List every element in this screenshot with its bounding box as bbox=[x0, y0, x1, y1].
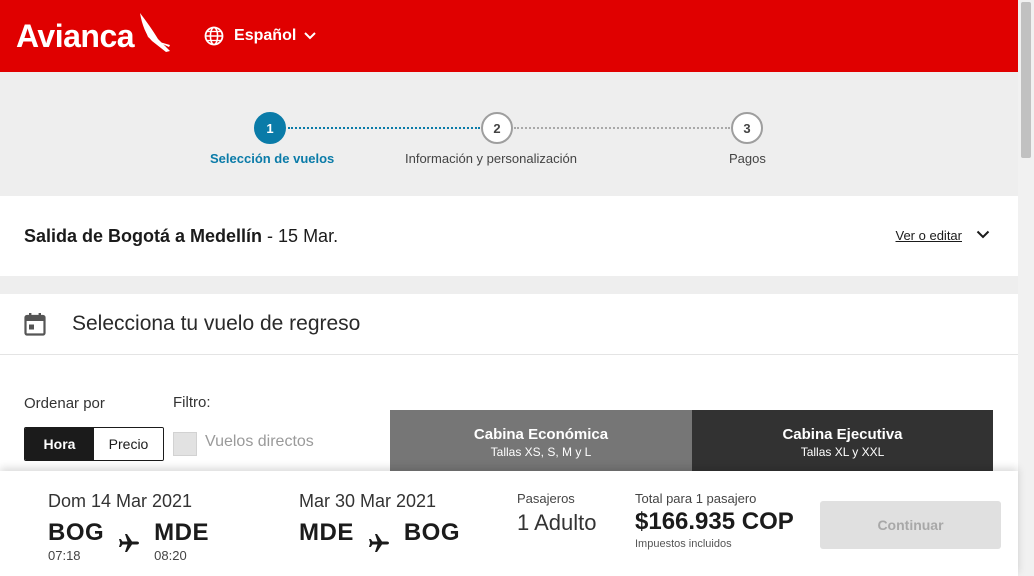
outbound-leg-route: BOG 07:18 MDE 08:20 bbox=[48, 519, 209, 563]
continue-button[interactable]: Continuar bbox=[820, 501, 1001, 549]
outbound-title: Salida de Bogotá a Medellín - 15 Mar. bbox=[24, 226, 338, 247]
globe-icon bbox=[204, 26, 224, 46]
return-leg-summary: Mar 30 Mar 2021 MDE BOG bbox=[299, 491, 460, 552]
sort-label: Ordenar por bbox=[24, 395, 105, 412]
calendar-icon bbox=[24, 313, 46, 336]
step-2-circle: 2 bbox=[481, 112, 513, 144]
plane-icon bbox=[119, 534, 140, 552]
return-leg-date: Mar 30 Mar 2021 bbox=[299, 491, 437, 511]
avianca-logo[interactable]: Avianca bbox=[16, 13, 172, 55]
chevron-down-icon bbox=[304, 32, 316, 40]
return-header: Selecciona tu vuelo de regreso bbox=[0, 294, 1018, 355]
total-price: $166.935 COP bbox=[635, 508, 794, 535]
cabin-economy-tab[interactable]: Cabina Económica Tallas XS, S, M y L bbox=[390, 410, 692, 472]
return-title: Selecciona tu vuelo de regreso bbox=[72, 312, 361, 335]
return-leg-route: MDE BOG bbox=[299, 519, 460, 553]
sort-by-price-button[interactable]: Precio bbox=[94, 428, 163, 460]
passengers-value: 1 Adulto bbox=[517, 510, 597, 535]
language-label: Español bbox=[234, 27, 297, 44]
view-edit-link[interactable]: Ver o editar bbox=[896, 228, 963, 243]
step-connector-2 bbox=[514, 127, 730, 129]
taxes-included-label: Impuestos incluidos bbox=[635, 538, 732, 550]
total-label: Total para 1 pasajero bbox=[635, 491, 757, 506]
step-3-label: Pagos bbox=[729, 151, 766, 166]
step-2-label: Información y personalización bbox=[405, 151, 577, 166]
outbound-leg-summary: Dom 14 Mar 2021 BOG 07:18 MDE 08:20 bbox=[48, 491, 209, 563]
step-1-circle: 1 bbox=[254, 112, 286, 144]
return-destination-code: BOG bbox=[403, 519, 461, 546]
cabin-executive-sizes: Tallas XL y XXL bbox=[800, 445, 885, 459]
step-3-circle: 3 bbox=[731, 112, 763, 144]
outbound-depart-time: 07:18 bbox=[48, 548, 81, 563]
brand-name: Avianca bbox=[16, 17, 135, 54]
page-scrollbar[interactable] bbox=[1018, 0, 1034, 576]
outbound-destination-code: MDE bbox=[154, 519, 210, 546]
booking-summary-bar: Dom 14 Mar 2021 BOG 07:18 MDE 08:20 Mar … bbox=[0, 471, 1018, 576]
outbound-route: Salida de Bogotá a Medellín bbox=[24, 225, 263, 246]
top-header: Avianca Español bbox=[0, 0, 1018, 72]
chevron-down-icon[interactable] bbox=[976, 230, 990, 239]
return-origin-code: MDE bbox=[299, 519, 354, 546]
outbound-flight-card: Salida de Bogotá a Medellín - 15 Mar. Ve… bbox=[0, 196, 1018, 276]
sort-toggle-group: Hora Precio bbox=[24, 427, 164, 461]
direct-flights-label[interactable]: Vuelos directos bbox=[205, 433, 314, 451]
filter-label: Filtro: bbox=[173, 394, 211, 411]
language-selector[interactable]: Español bbox=[204, 26, 316, 46]
booking-stepper: 1 Selección de vuelos 2 Información y pe… bbox=[0, 72, 1018, 196]
passengers-label: Pasajeros bbox=[517, 491, 575, 506]
cabin-economy-name: Cabina Económica bbox=[473, 426, 609, 443]
cabin-executive-tab[interactable]: Cabina Ejecutiva Tallas XL y XXL bbox=[692, 410, 993, 472]
step-connector-1 bbox=[288, 127, 480, 129]
outbound-leg-date: Dom 14 Mar 2021 bbox=[48, 491, 193, 511]
bird-logo-icon bbox=[140, 13, 171, 52]
outbound-origin-code: BOG bbox=[48, 519, 105, 546]
scrollbar-thumb[interactable] bbox=[1021, 2, 1031, 158]
sort-by-time-button[interactable]: Hora bbox=[25, 428, 94, 460]
outbound-arrive-time: 08:20 bbox=[154, 548, 187, 563]
step-1-label: Selección de vuelos bbox=[210, 151, 335, 166]
direct-flights-checkbox[interactable] bbox=[173, 432, 197, 456]
cabin-executive-name: Cabina Ejecutiva bbox=[782, 426, 903, 443]
cabin-economy-sizes: Tallas XS, S, M y L bbox=[490, 445, 592, 459]
plane-icon bbox=[368, 534, 389, 552]
outbound-date: - 15 Mar. bbox=[262, 225, 339, 246]
